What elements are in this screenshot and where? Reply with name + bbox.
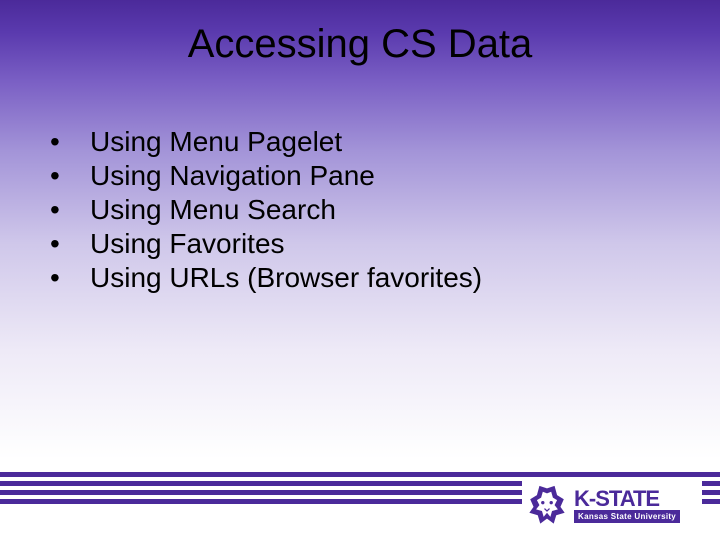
powercat-icon [526, 485, 568, 527]
bullet-text: Using Navigation Pane [90, 162, 375, 190]
bullet-item: • Using Menu Search [48, 196, 660, 224]
bullet-icon: • [48, 196, 90, 224]
bullet-icon: • [48, 264, 90, 292]
slide-title: Accessing CS Data [0, 22, 720, 67]
bullet-item: • Using URLs (Browser favorites) [48, 264, 660, 292]
bullet-text: Using Menu Pagelet [90, 128, 342, 156]
bullet-text: Using Favorites [90, 230, 285, 258]
bullet-icon: • [48, 128, 90, 156]
slide: Accessing CS Data • Using Menu Pagelet •… [0, 0, 720, 540]
bullet-text: Using Menu Search [90, 196, 336, 224]
bullet-text: Using URLs (Browser favorites) [90, 264, 482, 292]
logo-text-block: K-STATE Kansas State University [574, 489, 680, 524]
logo-main-text: K-STATE [574, 489, 680, 509]
divider-line [0, 472, 720, 477]
slide-body: • Using Menu Pagelet • Using Navigation … [48, 128, 660, 298]
bullet-icon: • [48, 230, 90, 258]
bullet-item: • Using Favorites [48, 230, 660, 258]
logo-sub-text: Kansas State University [574, 510, 680, 523]
bullet-item: • Using Navigation Pane [48, 162, 660, 190]
bullet-item: • Using Menu Pagelet [48, 128, 660, 156]
kstate-logo: K-STATE Kansas State University [522, 478, 702, 534]
logo-inner: K-STATE Kansas State University [522, 478, 702, 534]
bullet-icon: • [48, 162, 90, 190]
